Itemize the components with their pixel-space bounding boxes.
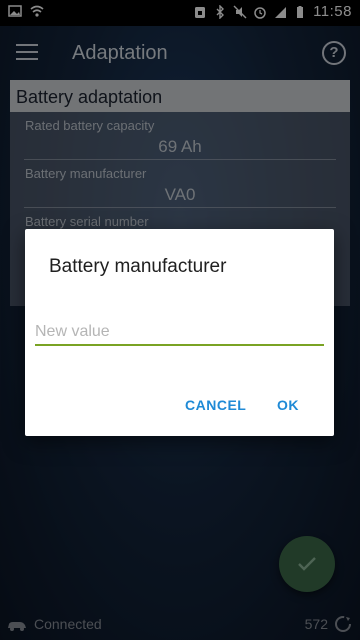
ok-button[interactable]: OK [277,397,299,413]
cancel-button[interactable]: CANCEL [185,397,246,413]
edit-value-dialog: Battery manufacturer CANCEL OK [25,229,334,436]
input-underline [35,344,324,346]
new-value-input[interactable] [35,321,324,343]
dialog-title: Battery manufacturer [49,256,227,277]
